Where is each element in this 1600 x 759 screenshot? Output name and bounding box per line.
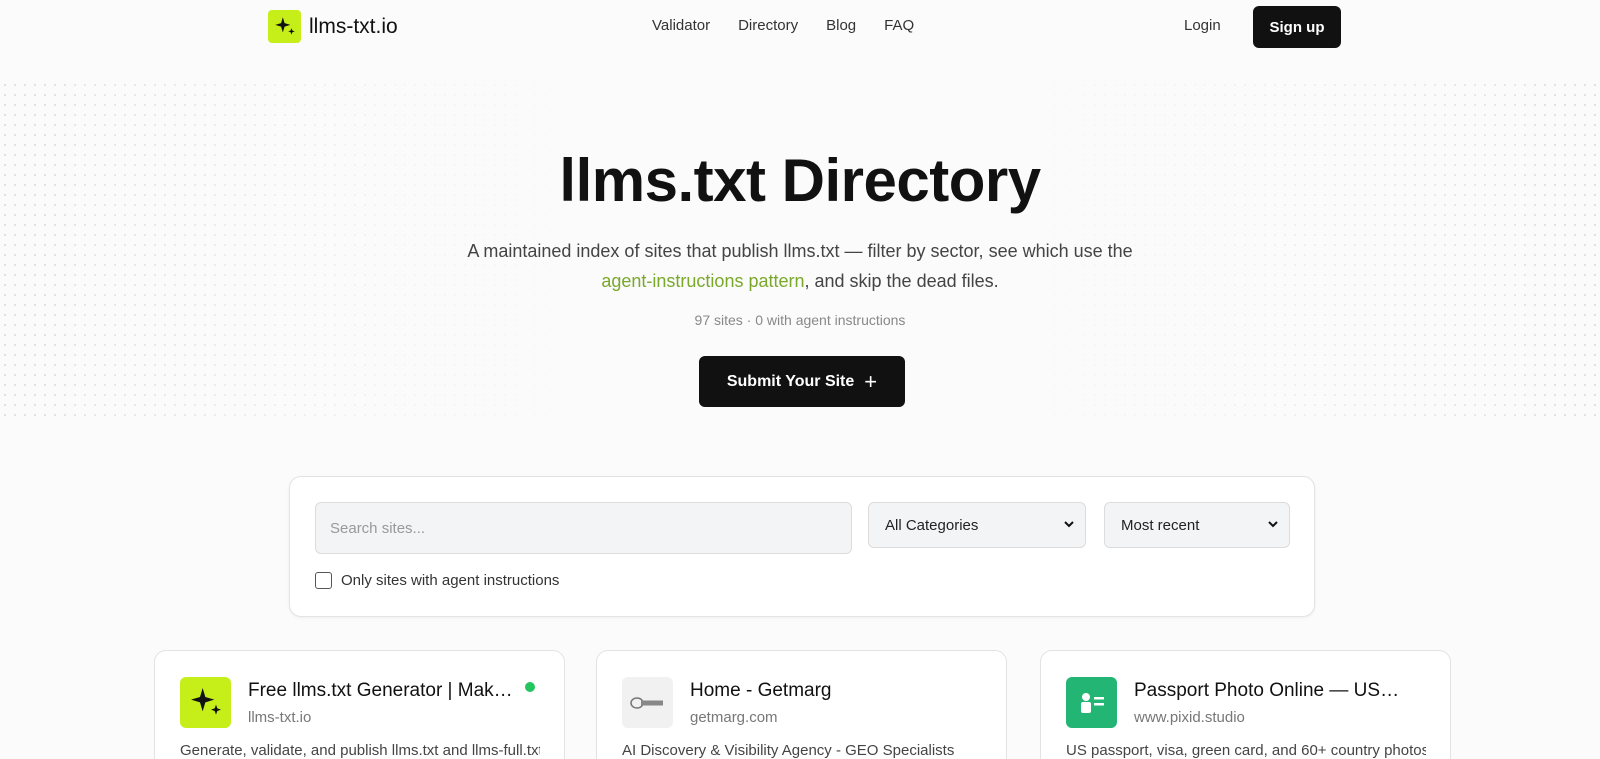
sort-select[interactable]: Most recent xyxy=(1104,502,1290,548)
site-card[interactable]: Free llms.txt Generator | Make llms.txt … xyxy=(154,650,565,759)
nav-faq[interactable]: FAQ xyxy=(884,17,914,34)
hero-desc-text-2: , and skip the dead files. xyxy=(804,271,999,291)
sparkles-icon xyxy=(180,677,231,728)
login-link[interactable]: Login xyxy=(1184,17,1221,34)
agent-only-label: Only sites with agent instructions xyxy=(341,572,560,589)
agent-only-filter[interactable]: Only sites with agent instructions xyxy=(315,572,559,589)
sparkles-icon xyxy=(268,10,301,43)
submit-site-label: Submit Your Site xyxy=(726,372,855,390)
filter-panel: All Categories Most recent Only sites wi… xyxy=(289,476,1315,617)
chevron-down-icon xyxy=(1267,517,1279,535)
page-title: llms.txt Directory xyxy=(559,147,1041,214)
site-stats: 97 sites · 0 with agent instructions xyxy=(694,312,906,328)
site-card[interactable]: Home - Getmarg getmarg.com AI Discovery … xyxy=(596,650,1007,759)
card-domain: getmarg.com xyxy=(690,709,778,726)
card-description: AI Discovery & Visibility Agency - GEO S… xyxy=(622,742,955,759)
card-description: Generate, validate, and publish llms.txt… xyxy=(180,742,540,759)
hero-desc-text-1: A maintained index of sites that publish… xyxy=(467,241,1133,261)
card-title[interactable]: Passport Photo Online — US, UK, EU photo… xyxy=(1134,680,1404,702)
status-dot xyxy=(525,682,535,692)
site-header: llms-txt.io Validator Directory Blog FAQ… xyxy=(0,0,1600,54)
brand-name: llms-txt.io xyxy=(309,14,398,38)
hero-description: A maintained index of sites that publish… xyxy=(440,236,1160,296)
submit-site-button[interactable]: Submit Your Site + xyxy=(699,356,905,407)
nav-validator[interactable]: Validator xyxy=(652,17,710,34)
card-description: US passport, visa, green card, and 60+ c… xyxy=(1066,742,1426,759)
search-input[interactable] xyxy=(315,502,852,554)
card-title[interactable]: Free llms.txt Generator | Make llms.txt … xyxy=(248,680,518,702)
brand-logo[interactable]: llms-txt.io xyxy=(268,10,398,43)
agent-only-checkbox[interactable] xyxy=(315,572,332,589)
sort-select-value: Most recent xyxy=(1121,516,1200,534)
card-domain: llms-txt.io xyxy=(248,709,312,726)
main-nav: Validator Directory Blog FAQ xyxy=(652,17,914,34)
category-select[interactable]: All Categories xyxy=(868,502,1086,548)
category-select-value: All Categories xyxy=(885,516,979,534)
chevron-down-icon xyxy=(1063,517,1075,535)
plus-icon: + xyxy=(864,368,878,394)
signup-button[interactable]: Sign up xyxy=(1253,6,1341,48)
agent-instructions-link[interactable]: agent-instructions pattern xyxy=(601,271,804,291)
site-card[interactable]: Passport Photo Online — US, UK, EU photo… xyxy=(1040,650,1451,759)
nav-directory[interactable]: Directory xyxy=(738,17,798,34)
card-domain: www.pixid.studio xyxy=(1134,709,1245,726)
card-title[interactable]: Home - Getmarg xyxy=(690,680,960,702)
nav-blog[interactable]: Blog xyxy=(826,17,856,34)
getmarg-logo-icon xyxy=(622,677,673,728)
id-card-icon xyxy=(1066,677,1117,728)
